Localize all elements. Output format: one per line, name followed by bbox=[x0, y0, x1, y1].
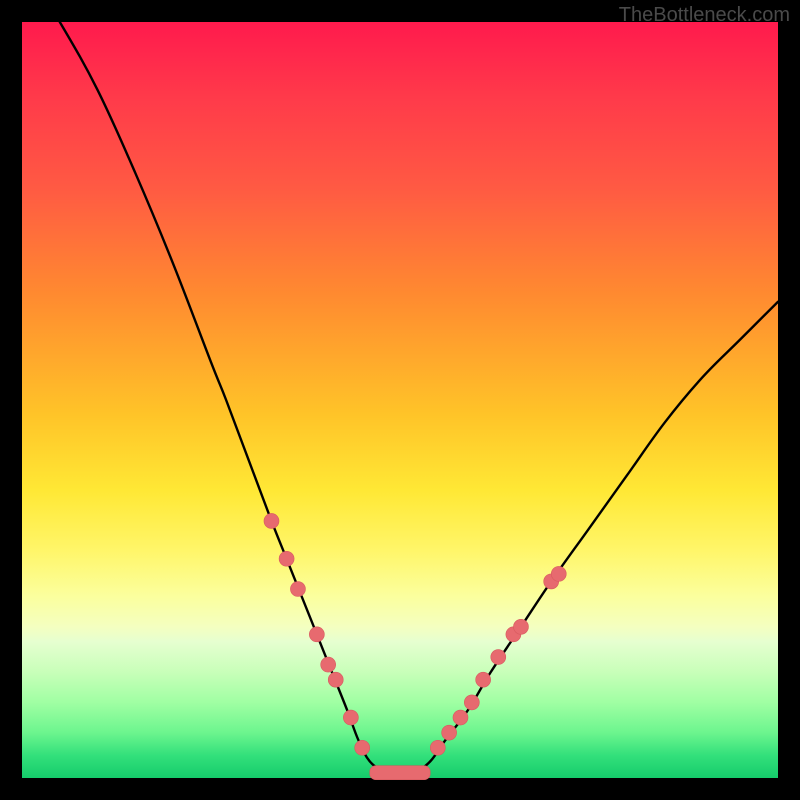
highlight-dot bbox=[551, 566, 566, 581]
outer-frame: TheBottleneck.com bbox=[0, 0, 800, 800]
highlight-dot bbox=[453, 710, 468, 725]
highlight-dot bbox=[290, 582, 305, 597]
highlight-dot bbox=[476, 672, 491, 687]
highlight-dot bbox=[343, 710, 358, 725]
highlight-dot bbox=[309, 627, 324, 642]
highlight-dots bbox=[264, 513, 566, 755]
bottleneck-curve bbox=[22, 0, 778, 774]
highlight-dot bbox=[279, 551, 294, 566]
highlight-dot bbox=[321, 657, 336, 672]
highlight-dot bbox=[355, 740, 370, 755]
plateau-marker bbox=[370, 766, 430, 780]
highlight-dot bbox=[464, 695, 479, 710]
highlight-dot bbox=[513, 619, 528, 634]
highlight-dot bbox=[491, 650, 506, 665]
highlight-dot bbox=[430, 740, 445, 755]
curve-layer bbox=[22, 22, 778, 778]
highlight-dot bbox=[264, 513, 279, 528]
highlight-dot bbox=[328, 672, 343, 687]
highlight-dot bbox=[442, 725, 457, 740]
